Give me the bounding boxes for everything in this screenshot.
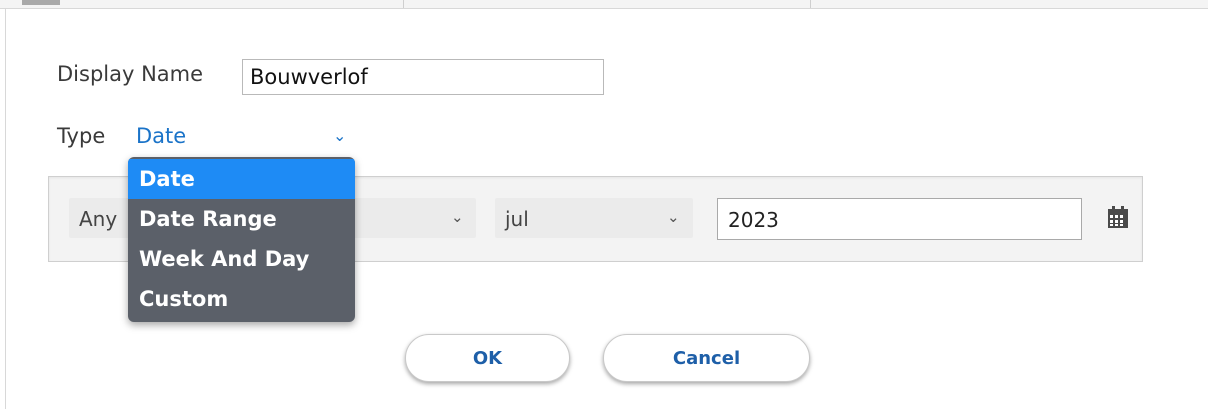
day-select-value: Any xyxy=(79,207,118,231)
display-name-label: Display Name xyxy=(57,62,204,86)
type-option-date[interactable]: Date xyxy=(128,159,355,199)
chevron-down-icon: ⌄ xyxy=(451,208,464,226)
year-value: 2023 xyxy=(728,208,779,232)
type-option-week-and-day[interactable]: Week And Day xyxy=(128,239,355,279)
cancel-button[interactable]: Cancel xyxy=(603,334,810,382)
background-window-strip xyxy=(0,0,1208,9)
dialog-left-border xyxy=(5,8,6,409)
ok-button[interactable]: OK xyxy=(405,334,570,382)
year-input[interactable]: 2023 xyxy=(717,198,1082,240)
type-label: Type xyxy=(57,124,106,148)
chevron-down-icon: ⌄ xyxy=(333,126,347,145)
display-name-value: Bouwverlof xyxy=(250,65,368,89)
month-select-value: jul xyxy=(505,207,529,231)
month-select[interactable]: jul ⌄ xyxy=(495,198,693,238)
display-name-input[interactable]: Bouwverlof xyxy=(242,59,604,95)
calendar-icon[interactable] xyxy=(1107,205,1129,229)
column-divider xyxy=(403,0,404,8)
type-dropdown-list: Date Date Range Week And Day Custom xyxy=(128,157,355,322)
chevron-down-icon: ⌄ xyxy=(667,208,680,226)
type-select-value: Date xyxy=(136,124,187,148)
type-option-date-range[interactable]: Date Range xyxy=(128,199,355,239)
window-grip xyxy=(22,0,60,5)
type-select[interactable]: Date ⌄ xyxy=(128,118,354,156)
type-option-custom[interactable]: Custom xyxy=(128,279,355,319)
column-divider xyxy=(810,0,811,8)
